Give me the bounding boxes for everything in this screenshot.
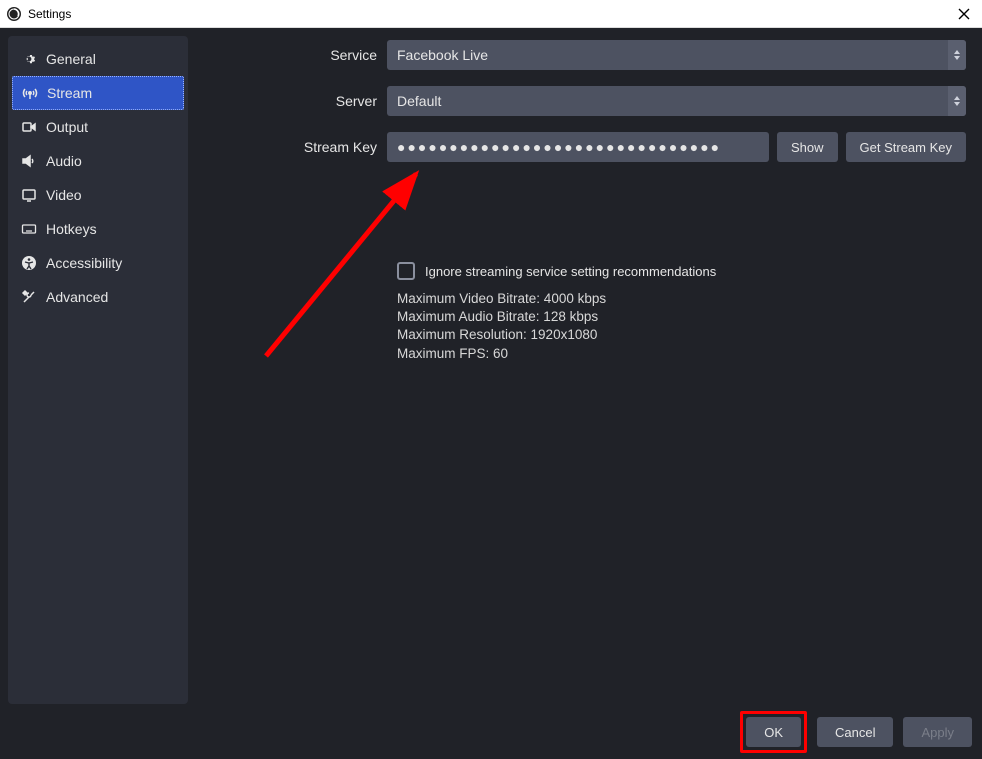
- tools-icon: [20, 288, 38, 306]
- sidebar-item-label: Accessibility: [46, 255, 122, 271]
- streamkey-label: Stream Key: [202, 139, 387, 155]
- sidebar-item-label: Output: [46, 119, 88, 135]
- ok-highlight-annotation: OK: [740, 711, 807, 753]
- accessibility-icon: [20, 254, 38, 272]
- apply-button[interactable]: Apply: [903, 717, 972, 747]
- window-title: Settings: [28, 7, 71, 21]
- service-select[interactable]: Facebook Live: [387, 40, 966, 70]
- server-value: Default: [397, 93, 441, 109]
- sidebar-item-video[interactable]: Video: [8, 178, 188, 212]
- obs-logo-icon: [6, 6, 22, 22]
- content-panel: Service Facebook Live Server Default Str…: [188, 36, 974, 704]
- max-fps: Maximum FPS: 60: [397, 345, 966, 363]
- window-body: General Stream Output Audio Video: [0, 28, 982, 712]
- service-label: Service: [202, 47, 387, 63]
- speaker-icon: [20, 152, 38, 170]
- max-resolution: Maximum Resolution: 1920x1080: [397, 326, 966, 344]
- sidebar-item-label: Video: [46, 187, 82, 203]
- sidebar-item-label: Advanced: [46, 289, 108, 305]
- sidebar-item-label: General: [46, 51, 96, 67]
- get-stream-key-button[interactable]: Get Stream Key: [846, 132, 966, 162]
- streamkey-input[interactable]: ●●●●●●●●●●●●●●●●●●●●●●●●●●●●●●●: [387, 132, 769, 162]
- streamkey-value: ●●●●●●●●●●●●●●●●●●●●●●●●●●●●●●●: [397, 139, 721, 155]
- cancel-button[interactable]: Cancel: [817, 717, 893, 747]
- monitor-icon: [20, 186, 38, 204]
- server-row: Server Default: [202, 86, 966, 116]
- service-value: Facebook Live: [397, 47, 488, 63]
- keyboard-icon: [20, 220, 38, 238]
- output-icon: [20, 118, 38, 136]
- max-video-bitrate: Maximum Video Bitrate: 4000 kbps: [397, 290, 966, 308]
- dropdown-spinner-icon[interactable]: [948, 86, 966, 116]
- sidebar-item-stream[interactable]: Stream: [12, 76, 184, 110]
- show-button[interactable]: Show: [777, 132, 838, 162]
- sidebar-item-audio[interactable]: Audio: [8, 144, 188, 178]
- close-icon[interactable]: [954, 4, 974, 24]
- sidebar-item-label: Hotkeys: [46, 221, 97, 237]
- server-label: Server: [202, 93, 387, 109]
- ignore-recommendations-label: Ignore streaming service setting recomme…: [425, 264, 716, 279]
- sidebar-item-label: Stream: [47, 85, 92, 101]
- server-select[interactable]: Default: [387, 86, 966, 116]
- sidebar-item-accessibility[interactable]: Accessibility: [8, 246, 188, 280]
- titlebar: Settings: [0, 0, 982, 28]
- sidebar-item-label: Audio: [46, 153, 82, 169]
- sidebar-item-advanced[interactable]: Advanced: [8, 280, 188, 314]
- sidebar-item-general[interactable]: General: [8, 42, 188, 76]
- sidebar-item-output[interactable]: Output: [8, 110, 188, 144]
- antenna-icon: [21, 84, 39, 102]
- recommendations-info: Maximum Video Bitrate: 4000 kbps Maximum…: [397, 290, 966, 363]
- service-row: Service Facebook Live: [202, 40, 966, 70]
- ignore-recommendations-checkbox[interactable]: [397, 262, 415, 280]
- streamkey-row: Stream Key ●●●●●●●●●●●●●●●●●●●●●●●●●●●●●…: [202, 132, 966, 162]
- sidebar-item-hotkeys[interactable]: Hotkeys: [8, 212, 188, 246]
- ignore-recommendations-row: Ignore streaming service setting recomme…: [397, 262, 966, 280]
- max-audio-bitrate: Maximum Audio Bitrate: 128 kbps: [397, 308, 966, 326]
- footer: OK Cancel Apply: [740, 711, 972, 753]
- gear-icon: [20, 50, 38, 68]
- ok-button[interactable]: OK: [746, 717, 801, 747]
- dropdown-spinner-icon[interactable]: [948, 40, 966, 70]
- sidebar: General Stream Output Audio Video: [8, 36, 188, 704]
